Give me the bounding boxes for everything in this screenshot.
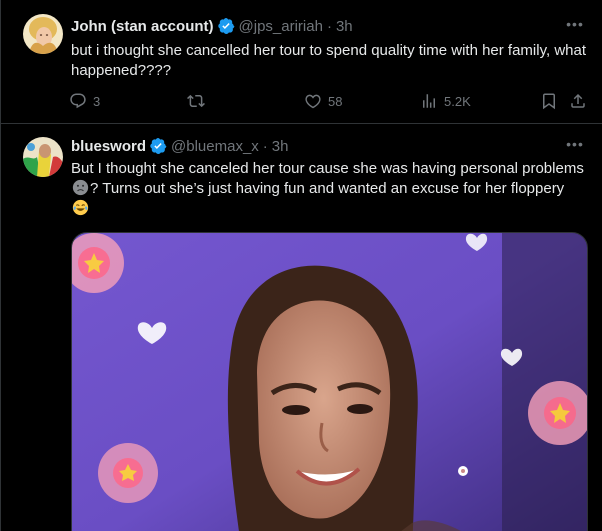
bookmark-icon bbox=[543, 93, 555, 110]
retweet-icon bbox=[187, 94, 205, 108]
verified-badge-icon bbox=[149, 137, 167, 155]
more-options-icon[interactable]: ••• bbox=[565, 17, 585, 37]
bookmark-button[interactable] bbox=[540, 91, 564, 111]
reply-button[interactable]: 3 bbox=[69, 91, 100, 111]
avatar[interactable] bbox=[23, 137, 63, 177]
share-icon bbox=[571, 93, 585, 108]
verified-badge-icon bbox=[217, 17, 235, 35]
like-count: 58 bbox=[328, 93, 343, 109]
view-count: 5.2K bbox=[444, 93, 471, 109]
display-name[interactable]: John (stan account) bbox=[71, 18, 214, 35]
like-button[interactable]: 58 bbox=[304, 91, 342, 111]
share-button[interactable] bbox=[569, 91, 593, 111]
views-icon bbox=[423, 94, 435, 108]
timestamp[interactable]: 3h bbox=[272, 138, 289, 155]
tweet-text-part: But I thought she canceled her tour caus… bbox=[71, 160, 584, 177]
tweet-text: but i thought she cancelled her tour to … bbox=[71, 42, 587, 79]
reply-count: 3 bbox=[93, 93, 101, 109]
tweet[interactable]: John (stan account) @jps_aririah · 3h ••… bbox=[1, 0, 602, 124]
heart-icon bbox=[305, 94, 321, 109]
more-options-icon[interactable]: ••• bbox=[565, 137, 585, 157]
views-button[interactable]: 5.2K bbox=[420, 91, 471, 111]
slightly-frowning-face-emoji-icon bbox=[72, 179, 89, 196]
media-image bbox=[72, 233, 587, 531]
display-name[interactable]: bluesword bbox=[71, 138, 146, 155]
tweet-text-part: ? Turns out she’s just having fun and wa… bbox=[90, 180, 565, 197]
separator-dot: · bbox=[262, 137, 268, 155]
handle[interactable]: @bluemax_x bbox=[171, 138, 259, 155]
tweet[interactable]: bluesword @bluemax_x · 3h ••• But I thou… bbox=[1, 124, 602, 531]
tweet-text: But I thought she canceled her tour caus… bbox=[71, 159, 586, 219]
tweet-media[interactable] bbox=[71, 232, 588, 531]
avatar[interactable] bbox=[23, 14, 63, 54]
retweet-button[interactable] bbox=[187, 91, 211, 111]
tweet-header: John (stan account) @jps_aririah · 3h bbox=[71, 16, 353, 36]
reply-icon bbox=[70, 93, 86, 109]
timestamp[interactable]: 3h bbox=[336, 18, 353, 35]
face-with-tears-of-joy-emoji-icon bbox=[72, 199, 89, 216]
separator-dot: · bbox=[326, 17, 332, 35]
timeline: John (stan account) @jps_aririah · 3h ••… bbox=[0, 0, 602, 531]
handle[interactable]: @jps_aririah bbox=[239, 18, 323, 35]
tweet-actions: 3 58 5.2K bbox=[69, 91, 589, 111]
tweet-header: bluesword @bluemax_x · 3h bbox=[71, 136, 288, 156]
